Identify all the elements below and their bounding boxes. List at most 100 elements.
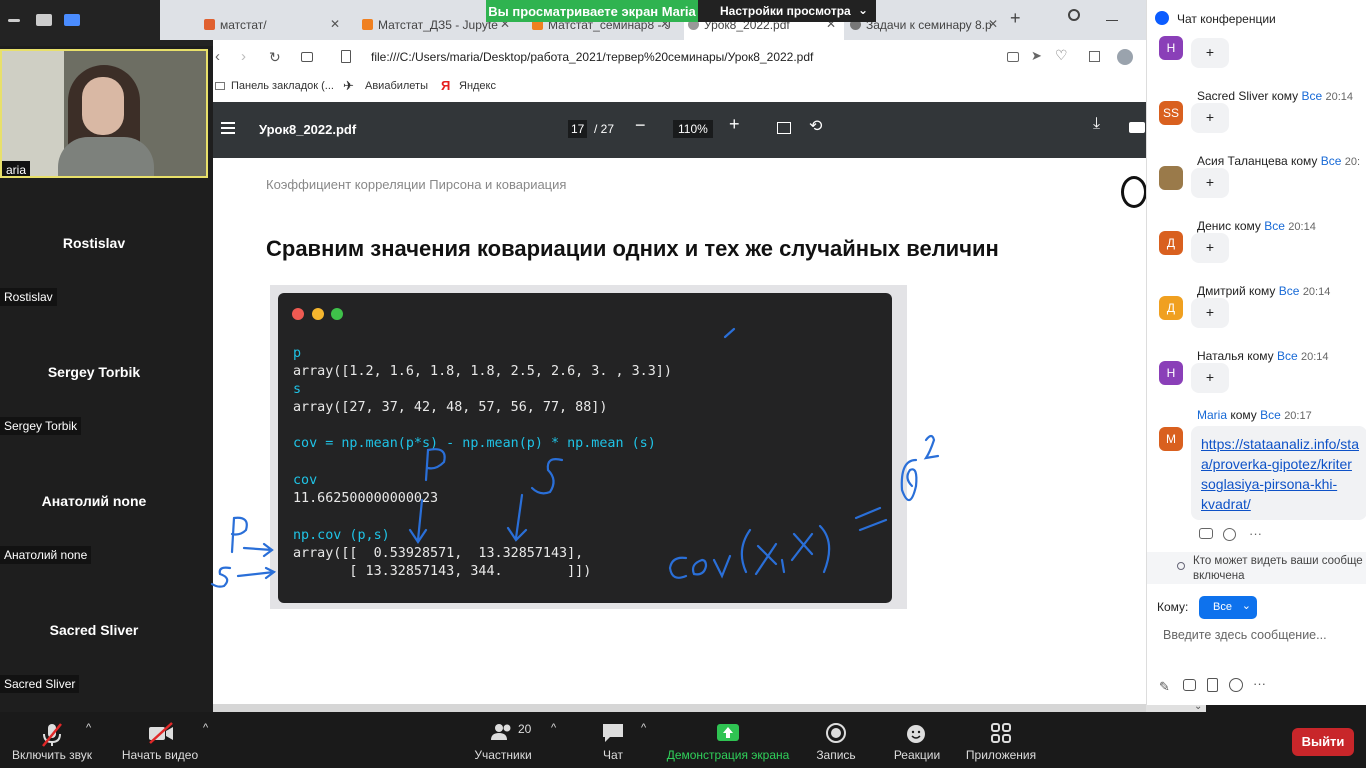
- more-icon[interactable]: ···: [1249, 526, 1262, 541]
- file-icon: [341, 50, 351, 63]
- person-icon: [1177, 562, 1185, 570]
- record-icon: [826, 723, 846, 743]
- chevron-down-icon: ⌄: [1241, 600, 1251, 612]
- zoom-out-button[interactable]: −: [635, 115, 646, 136]
- scroll-down-icon[interactable]: ⌄: [1194, 701, 1202, 712]
- recipient-label: Кому:: [1157, 600, 1189, 614]
- participant-name: Sergey Torbik: [47, 364, 141, 380]
- recipient-select[interactable]: Все ⌄: [1199, 596, 1257, 619]
- video-off-icon: [149, 722, 173, 744]
- horizontal-scrollbar[interactable]: [213, 704, 1206, 712]
- screenshot-icon[interactable]: [1183, 679, 1196, 691]
- more-options-icon[interactable]: ···: [1253, 676, 1266, 691]
- chevron-up-icon[interactable]: ^: [641, 722, 646, 734]
- record-button[interactable]: Запись: [810, 712, 862, 768]
- strip-view-icon[interactable]: [36, 14, 52, 26]
- message-sender: Maria кому Все 20:17: [1197, 408, 1312, 422]
- avatar: Н: [1159, 36, 1183, 60]
- apps-icon: [991, 723, 1011, 743]
- forward-button[interactable]: ›: [241, 48, 246, 65]
- emoji-icon[interactable]: [1229, 678, 1243, 692]
- self-video-tile[interactable]: aria: [0, 49, 208, 178]
- reactions-icon: [907, 725, 925, 743]
- message-bubble: +: [1191, 168, 1229, 198]
- participant-name: Анатолий none: [41, 493, 147, 509]
- zoom-logo-icon: [1155, 11, 1169, 25]
- message-link[interactable]: https://stataanaliz.info/sta a/proverka-…: [1201, 434, 1359, 514]
- url-field[interactable]: file:///C:/Users/maria/Desktop/работа_20…: [371, 50, 1011, 64]
- bookmarks-bar: Панель закладок (... ✈ Авиабилеты Я Янде…: [213, 74, 1146, 102]
- print-icon[interactable]: [1129, 122, 1145, 133]
- chevron-up-icon[interactable]: ^: [551, 722, 556, 734]
- participant-name-tag: aria: [2, 161, 31, 176]
- extensions-icon[interactable]: [1089, 51, 1100, 62]
- start-video-button[interactable]: Начать видео: [114, 712, 206, 768]
- chevron-down-icon: ⌄: [857, 3, 868, 17]
- zoom-in-button[interactable]: +: [729, 114, 740, 135]
- avatar: [1159, 166, 1183, 190]
- reload-button[interactable]: ↻: [269, 49, 281, 66]
- minimize-icon[interactable]: [8, 19, 20, 22]
- gallery-view-icon[interactable]: [64, 14, 80, 26]
- privacy-text-2: включена: [1193, 570, 1245, 582]
- pdf-filename: Урок8_2022.pdf: [259, 122, 357, 137]
- slide-title: Сравним значения ковариации одних и тех …: [266, 236, 999, 261]
- camera-icon[interactable]: [1007, 52, 1019, 62]
- fit-page-icon[interactable]: [777, 122, 791, 134]
- reply-icon[interactable]: [1199, 528, 1213, 539]
- handwritten-annotation: [210, 327, 940, 588]
- tabs-grid-icon[interactable]: [301, 52, 313, 62]
- slide-header: Коэффициент корреляции Пирсона и ковариа…: [266, 177, 567, 192]
- screen-share-banner: Вы просматриваете экран Maria: [486, 0, 698, 22]
- share-icon[interactable]: ➤: [1031, 48, 1042, 64]
- muted-mic-icon: [42, 723, 62, 747]
- apps-button[interactable]: Приложения: [962, 712, 1040, 768]
- browser-tab[interactable]: матстат/✕: [200, 8, 348, 40]
- search-icon[interactable]: [1068, 9, 1080, 21]
- file-attach-icon[interactable]: [1207, 678, 1218, 692]
- view-options-button[interactable]: Настройки просмотра ⌄: [698, 0, 876, 22]
- back-button[interactable]: ‹: [215, 48, 220, 65]
- rotate-icon[interactable]: ⟲: [809, 116, 822, 136]
- avatar: Д: [1159, 231, 1183, 255]
- menu-icon[interactable]: [221, 122, 235, 124]
- message-sender: Денис кому Все 20:14: [1197, 219, 1316, 233]
- close-icon: ✕: [329, 17, 340, 31]
- message-sender: Дмитрий кому Все 20:14: [1197, 284, 1331, 298]
- profile-avatar[interactable]: [1117, 49, 1133, 65]
- participants-button[interactable]: 20 Участники: [466, 712, 540, 768]
- unmute-button[interactable]: Включить звук: [0, 712, 104, 768]
- bookmark-avia[interactable]: Авиабилеты: [365, 80, 428, 92]
- message-bubble: +: [1191, 103, 1229, 133]
- message-bubble: +: [1191, 363, 1229, 393]
- reactions-button[interactable]: Реакции: [888, 712, 946, 768]
- chevron-up-icon[interactable]: ^: [203, 722, 208, 734]
- new-tab-button[interactable]: +: [1010, 8, 1021, 29]
- avatar: Н: [1159, 361, 1183, 385]
- bookmark-panel[interactable]: Панель закладок (...: [231, 80, 334, 92]
- heart-icon[interactable]: ♡: [1055, 47, 1068, 64]
- privacy-text: Кто может видеть ваши сообще: [1193, 555, 1363, 567]
- message-input[interactable]: Введите здесь сообщение...: [1163, 628, 1327, 642]
- share-screen-button[interactable]: Демонстрация экрана: [664, 712, 792, 768]
- leave-button[interactable]: Выйти: [1292, 728, 1354, 756]
- page-total: / 27: [594, 122, 615, 136]
- download-icon[interactable]: ⤓: [1093, 115, 1100, 133]
- participant-name-tag: Sacred Sliver: [0, 675, 80, 693]
- zoom-input[interactable]: 110%: [673, 120, 713, 138]
- participants-icon: [491, 724, 511, 740]
- participant-name: Sacred Sliver: [49, 622, 139, 638]
- chat-button[interactable]: Чат: [586, 712, 640, 768]
- bookmark-yandex[interactable]: Яндекс: [459, 80, 496, 92]
- share-screen-icon: [717, 724, 739, 741]
- add-reaction-icon[interactable]: [1223, 528, 1236, 541]
- message-bubble: +: [1191, 38, 1229, 68]
- chevron-up-icon[interactable]: ^: [86, 722, 91, 734]
- yandex-icon: Я: [441, 78, 451, 93]
- window-close-dot: [292, 308, 304, 320]
- chat-panel: Чат конференции Н + Sacred Sliver кому Все…: [1146, 0, 1366, 705]
- page-number-input[interactable]: 17: [568, 120, 588, 138]
- avatar: Д: [1159, 296, 1183, 320]
- format-icon[interactable]: ✎: [1159, 679, 1170, 695]
- minimize-window-button[interactable]: [1106, 20, 1118, 21]
